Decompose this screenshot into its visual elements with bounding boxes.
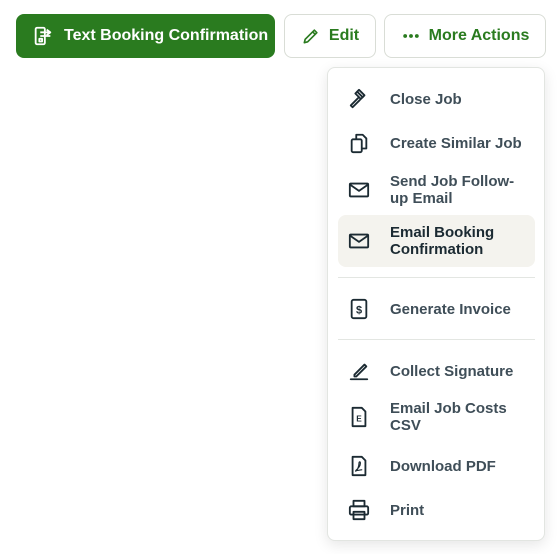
copy-icon <box>347 131 371 155</box>
menu-item-print[interactable]: Print <box>338 488 535 532</box>
printer-icon <box>347 498 371 522</box>
menu-item-label: Email Booking Confirmation <box>390 224 495 258</box>
menu-item-label: Close Job <box>390 90 462 108</box>
menu-item-create-similar-job[interactable]: Create Similar Job <box>338 121 535 165</box>
menu-item-collect-signature[interactable]: Collect Signature <box>338 349 535 393</box>
svg-text:E: E <box>356 415 362 424</box>
csv-file-icon: E <box>347 405 371 429</box>
pencil-icon <box>301 26 321 46</box>
menu-divider <box>338 277 535 278</box>
menu-item-close-job[interactable]: Close Job <box>338 77 535 121</box>
menu-item-email-job-costs-csv[interactable]: E Email Job Costs CSV <box>338 393 535 441</box>
menu-item-label: Collect Signature <box>390 362 514 380</box>
menu-item-download-pdf[interactable]: Download PDF <box>338 444 535 488</box>
menu-item-label: Email Job Costs CSV <box>390 400 507 434</box>
svg-text:$: $ <box>356 305 362 317</box>
menu-item-label: Print <box>390 501 425 519</box>
signature-icon <box>347 359 371 383</box>
menu-item-label: Generate Invoice <box>390 300 511 318</box>
menu-item-label: Send Job Follow-up Email <box>390 173 515 207</box>
edit-button[interactable]: Edit <box>284 14 376 58</box>
pdf-file-icon <box>347 454 371 478</box>
mail-icon <box>347 229 371 253</box>
menu-item-email-booking-confirmation[interactable]: Email Booking Confirmation <box>338 215 535 267</box>
more-actions-button[interactable]: More Actions <box>384 14 546 58</box>
text-booking-confirmation-label: Text Booking Confirmation <box>64 27 269 44</box>
menu-item-label: Create Similar Job <box>390 134 522 152</box>
action-toolbar: Text Booking Confirmation Edit More Acti… <box>16 14 546 58</box>
menu-item-send-follow-up-email[interactable]: Send Job Follow-up Email <box>338 166 535 214</box>
more-actions-menu: Close Job Create Similar Job Send Job Fo… <box>327 67 545 541</box>
more-horizontal-icon <box>401 26 421 46</box>
invoice-icon: $ <box>347 297 371 321</box>
message-forward-icon <box>32 25 54 47</box>
menu-item-label: Download PDF <box>390 457 496 475</box>
menu-divider <box>338 339 535 340</box>
more-actions-label: More Actions <box>428 27 530 44</box>
gavel-icon <box>347 87 371 111</box>
mail-icon <box>347 178 371 202</box>
edit-label: Edit <box>328 27 360 44</box>
text-booking-confirmation-button[interactable]: Text Booking Confirmation <box>16 14 275 58</box>
menu-item-generate-invoice[interactable]: $ Generate Invoice <box>338 287 535 331</box>
